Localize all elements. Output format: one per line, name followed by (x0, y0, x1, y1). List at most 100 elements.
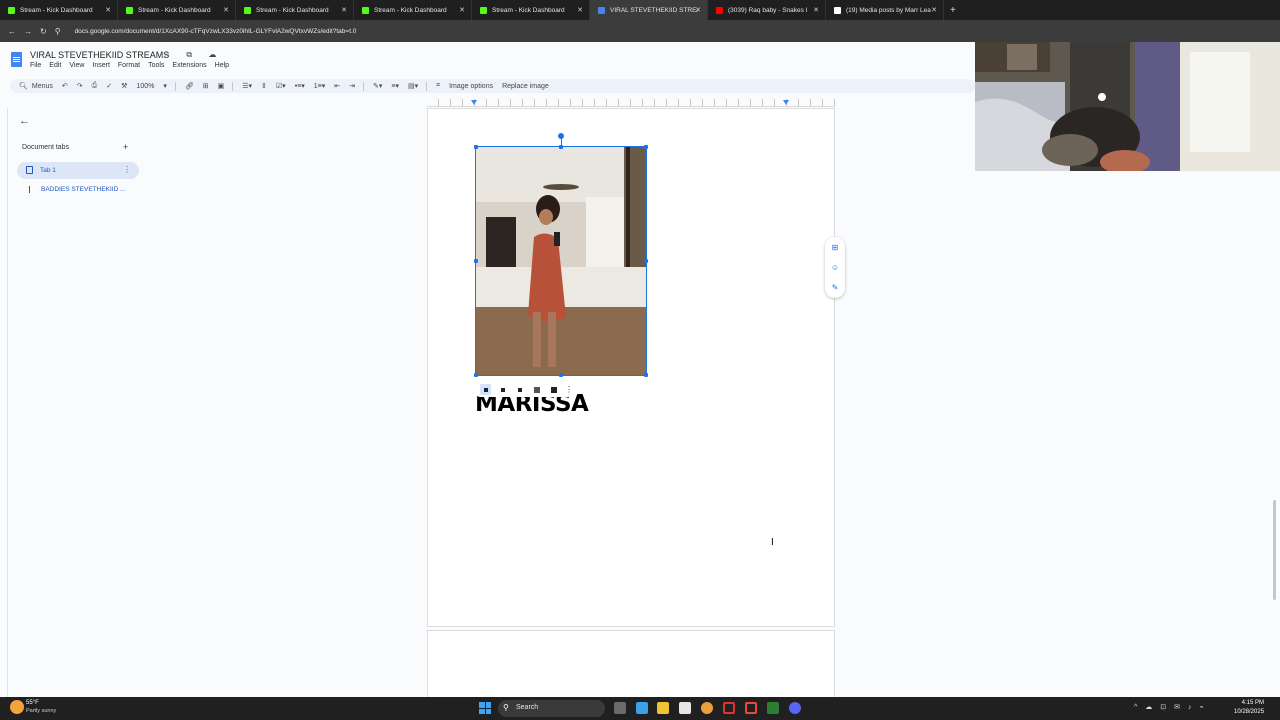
search-menus-button[interactable]: Menus (32, 83, 53, 90)
taskbar-clock[interactable]: 4:15 PM 10/28/2025 (1234, 699, 1264, 717)
insert-image-icon[interactable]: ▣ (218, 82, 225, 90)
google-docs-icon[interactable] (11, 52, 22, 67)
system-tray-icons[interactable]: ^☁⊡✉♪⌁ (1134, 703, 1212, 711)
behind-text-icon[interactable] (531, 384, 542, 395)
weather-temperature[interactable]: 55°F (26, 700, 39, 706)
close-tab-icon[interactable]: ✕ (223, 6, 229, 14)
new-tab-button[interactable]: + (950, 5, 956, 16)
browser-tab[interactable]: Stream - Kick Dashboard ✕ (118, 0, 236, 20)
add-comment-icon[interactable]: ⊞ (203, 82, 209, 90)
resize-handle[interactable] (644, 373, 648, 377)
url-field[interactable]: docs.google.com/document/d/1XcAX90-cTFqV… (75, 28, 357, 35)
discord-icon[interactable] (789, 702, 801, 714)
browser-tab[interactable]: (19) Media posts by Marr Lea ✕ (826, 0, 944, 20)
bulleted-list-icon[interactable]: •≡▾ (295, 82, 305, 90)
taskbar-search[interactable]: ⚲ Search (498, 700, 605, 717)
document-image[interactable] (476, 147, 646, 375)
decrease-indent-icon[interactable]: ⇤ (334, 82, 340, 90)
chrome-icon[interactable] (701, 702, 713, 714)
close-outline-icon[interactable]: ← (19, 115, 30, 127)
weather-description[interactable]: Partly sunny (26, 708, 56, 714)
spellcheck-icon[interactable]: ✓ (106, 82, 112, 90)
browser-tab[interactable]: Stream - Kick Dashboard ✕ (472, 0, 590, 20)
wrap-text-icon[interactable] (497, 384, 508, 395)
menu-file[interactable]: File (30, 62, 41, 69)
menu-insert[interactable]: Insert (92, 62, 110, 69)
document-page-next[interactable] (427, 630, 835, 700)
task-view-icon[interactable] (614, 702, 626, 714)
obs-icon[interactable] (723, 702, 735, 714)
file-explorer-icon[interactable] (657, 702, 669, 714)
reload-icon[interactable]: ↻ (40, 27, 47, 36)
site-info-icon[interactable]: ⚲ (55, 27, 61, 36)
border-color-icon[interactable]: ✎▾ (373, 82, 382, 90)
print-icon[interactable]: ⎙ (92, 82, 98, 90)
start-button-icon[interactable] (479, 702, 491, 714)
undo-icon[interactable]: ↶ (62, 82, 68, 90)
left-indent-marker[interactable] (471, 100, 477, 105)
title-actions-icons[interactable]: ☆ ⧉ ☁ (163, 50, 223, 60)
close-tab-icon[interactable]: ✕ (695, 6, 701, 14)
align-icon[interactable]: ☰▾ (242, 82, 252, 90)
resize-handle[interactable] (474, 145, 478, 149)
menu-format[interactable]: Format (118, 62, 140, 69)
resize-handle[interactable] (474, 373, 478, 377)
resize-handle[interactable] (559, 373, 563, 377)
wrap-inline-icon[interactable] (480, 384, 491, 395)
image-more-options-icon[interactable]: ⋮ (565, 385, 573, 394)
browser-tab[interactable]: Stream - Kick Dashboard ✕ (0, 0, 118, 20)
add-emoji-reaction-icon[interactable]: ☺ (831, 263, 839, 272)
chevron-down-icon[interactable]: ▾ (163, 82, 167, 90)
app-icon[interactable] (767, 702, 779, 714)
add-comment-icon[interactable]: ⊞ (832, 243, 839, 252)
browser-tab[interactable]: Stream - Kick Dashboard ✕ (236, 0, 354, 20)
break-text-icon[interactable] (514, 384, 525, 395)
resize-handle[interactable] (559, 145, 563, 149)
replace-image-button[interactable]: Replace image (502, 83, 549, 90)
menu-edit[interactable]: Edit (49, 62, 61, 69)
browser-tab[interactable]: (3039) Raq baby - Snakes I ✕ (708, 0, 826, 20)
resize-handle[interactable] (474, 259, 478, 263)
border-dash-icon[interactable]: ▤▾ (408, 82, 418, 90)
tab-more-icon[interactable]: ⋮ (123, 165, 131, 174)
redo-icon[interactable]: ↷ (77, 82, 83, 90)
browser-tab[interactable]: Stream - Kick Dashboard ✕ (354, 0, 472, 20)
add-tab-button[interactable]: + (123, 142, 128, 152)
right-indent-marker[interactable] (783, 100, 789, 105)
numbered-list-icon[interactable]: 1≡▾ (314, 82, 326, 90)
menu-extensions[interactable]: Extensions (172, 62, 206, 69)
close-tab-icon[interactable]: ✕ (459, 6, 465, 14)
menu-tools[interactable]: Tools (148, 62, 164, 69)
document-title[interactable]: VIRAL STEVETHEKIID STREAMS (30, 50, 169, 60)
opera-icon[interactable] (745, 702, 757, 714)
checklist-icon[interactable]: ☑▾ (276, 82, 286, 90)
horizontal-ruler[interactable] (427, 99, 835, 107)
image-options-button[interactable]: Image options (449, 83, 493, 90)
crop-icon[interactable]: ⌗ (436, 82, 440, 90)
insert-link-icon[interactable]: 🔗︎ (185, 82, 194, 90)
close-tab-icon[interactable]: ✕ (931, 6, 937, 14)
zoom-select[interactable]: 100% (136, 83, 154, 90)
page-scrollbar[interactable] (1273, 500, 1276, 600)
forward-icon[interactable]: → (24, 27, 32, 36)
store-icon[interactable] (679, 702, 691, 714)
menu-view[interactable]: View (69, 62, 84, 69)
suggest-edits-icon[interactable]: ✎ (832, 283, 839, 292)
border-weight-icon[interactable]: ≡▾ (391, 82, 399, 90)
resize-handle[interactable] (644, 145, 648, 149)
close-tab-icon[interactable]: ✕ (341, 6, 347, 14)
menu-help[interactable]: Help (215, 62, 229, 69)
increase-indent-icon[interactable]: ⇥ (349, 82, 355, 90)
browser-tab-active[interactable]: VIRAL STEVETHEKIID STREAMS✕ (590, 0, 708, 20)
weather-icon[interactable] (10, 700, 24, 714)
outline-heading-item[interactable]: BADDIES STEVETHEKIID ... (41, 186, 126, 193)
document-tab-item[interactable]: Tab 1 ⋮ (17, 162, 139, 179)
close-tab-icon[interactable]: ✕ (105, 6, 111, 14)
close-tab-icon[interactable]: ✕ (577, 6, 583, 14)
resize-handle[interactable] (644, 259, 648, 263)
rotate-handle[interactable] (558, 133, 564, 139)
in-front-of-text-icon[interactable] (548, 384, 559, 395)
close-tab-icon[interactable]: ✕ (813, 6, 819, 14)
paint-format-icon[interactable]: ⚒ (121, 82, 127, 90)
search-menus-icon[interactable]: 🔍︎ (19, 82, 28, 90)
